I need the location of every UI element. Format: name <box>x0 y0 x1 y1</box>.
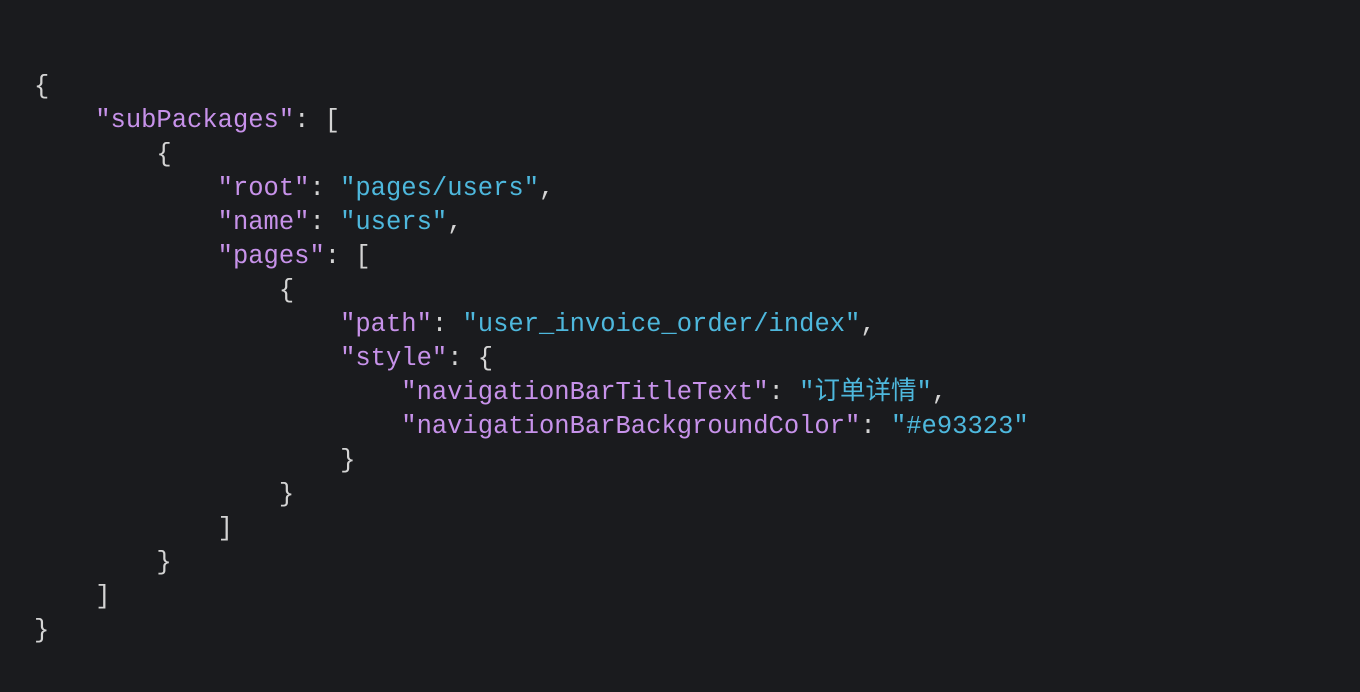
code-token-punct: { <box>34 71 50 101</box>
code-token-string: "#e93323" <box>890 411 1029 441</box>
code-token-punct: { <box>156 139 172 169</box>
code-token-punct: : [ <box>294 105 341 135</box>
code-token-punct: , <box>860 309 876 339</box>
code-line: { <box>0 274 1360 308</box>
code-line: "subPackages": [ <box>0 104 1360 138</box>
code-line: "root": "pages/users", <box>0 172 1360 206</box>
code-line: "path": "user_invoice_order/index", <box>0 308 1360 342</box>
code-line: ] <box>0 512 1360 546</box>
code-token-punct: , <box>447 207 463 237</box>
code-line: } <box>0 478 1360 512</box>
code-token-punct: , <box>931 377 948 407</box>
code-token-punct: ] <box>95 581 111 611</box>
code-line: "navigationBarBackgroundColor": "#e93323… <box>0 410 1360 444</box>
code-line: ] <box>0 580 1360 614</box>
code-line: "pages": [ <box>0 240 1360 274</box>
json-code-block[interactable]: { "subPackages": [ { "root": "pages/user… <box>0 26 1360 692</box>
code-line: } <box>0 614 1360 648</box>
code-token-punct: } <box>278 479 295 509</box>
code-token-punct: : <box>309 173 341 203</box>
code-token-punct: : [ <box>324 241 371 271</box>
code-token-punct: : <box>768 377 800 407</box>
code-token-punct: : <box>860 411 891 441</box>
code-token-punct: { <box>278 275 295 305</box>
code-token-key: "navigationBarBackgroundColor" <box>401 411 861 441</box>
code-token-string: "订单详情" <box>799 377 932 407</box>
code-token-key: "navigationBarTitleText" <box>401 377 769 407</box>
code-token-punct: } <box>34 615 50 645</box>
code-token-key: "pages" <box>217 241 325 271</box>
code-token-string: "pages/users" <box>340 173 540 203</box>
code-line: } <box>0 546 1360 580</box>
code-line: "navigationBarTitleText": "订单详情", <box>0 376 1360 410</box>
code-line: { <box>0 138 1360 172</box>
code-token-punct: : <box>309 207 341 237</box>
code-token-punct: : { <box>447 343 494 373</box>
code-token-punct: ] <box>217 513 233 543</box>
code-line: } <box>0 444 1360 478</box>
code-line: "style": { <box>0 342 1360 376</box>
code-token-key: "root" <box>217 173 310 203</box>
code-token-punct: : <box>431 309 463 339</box>
code-token-punct: , <box>539 173 555 203</box>
code-line: "name": "users", <box>0 206 1360 240</box>
code-token-key: "path" <box>340 309 432 339</box>
code-token-key: "name" <box>217 207 310 237</box>
code-token-string: "user_invoice_order/index" <box>462 309 861 339</box>
code-token-punct: } <box>340 445 356 475</box>
code-line: { <box>0 70 1360 104</box>
code-token-key: "subPackages" <box>95 105 295 135</box>
code-token-key: "style" <box>340 343 448 373</box>
code-token-punct: } <box>156 547 172 577</box>
code-token-string: "users" <box>340 207 448 237</box>
